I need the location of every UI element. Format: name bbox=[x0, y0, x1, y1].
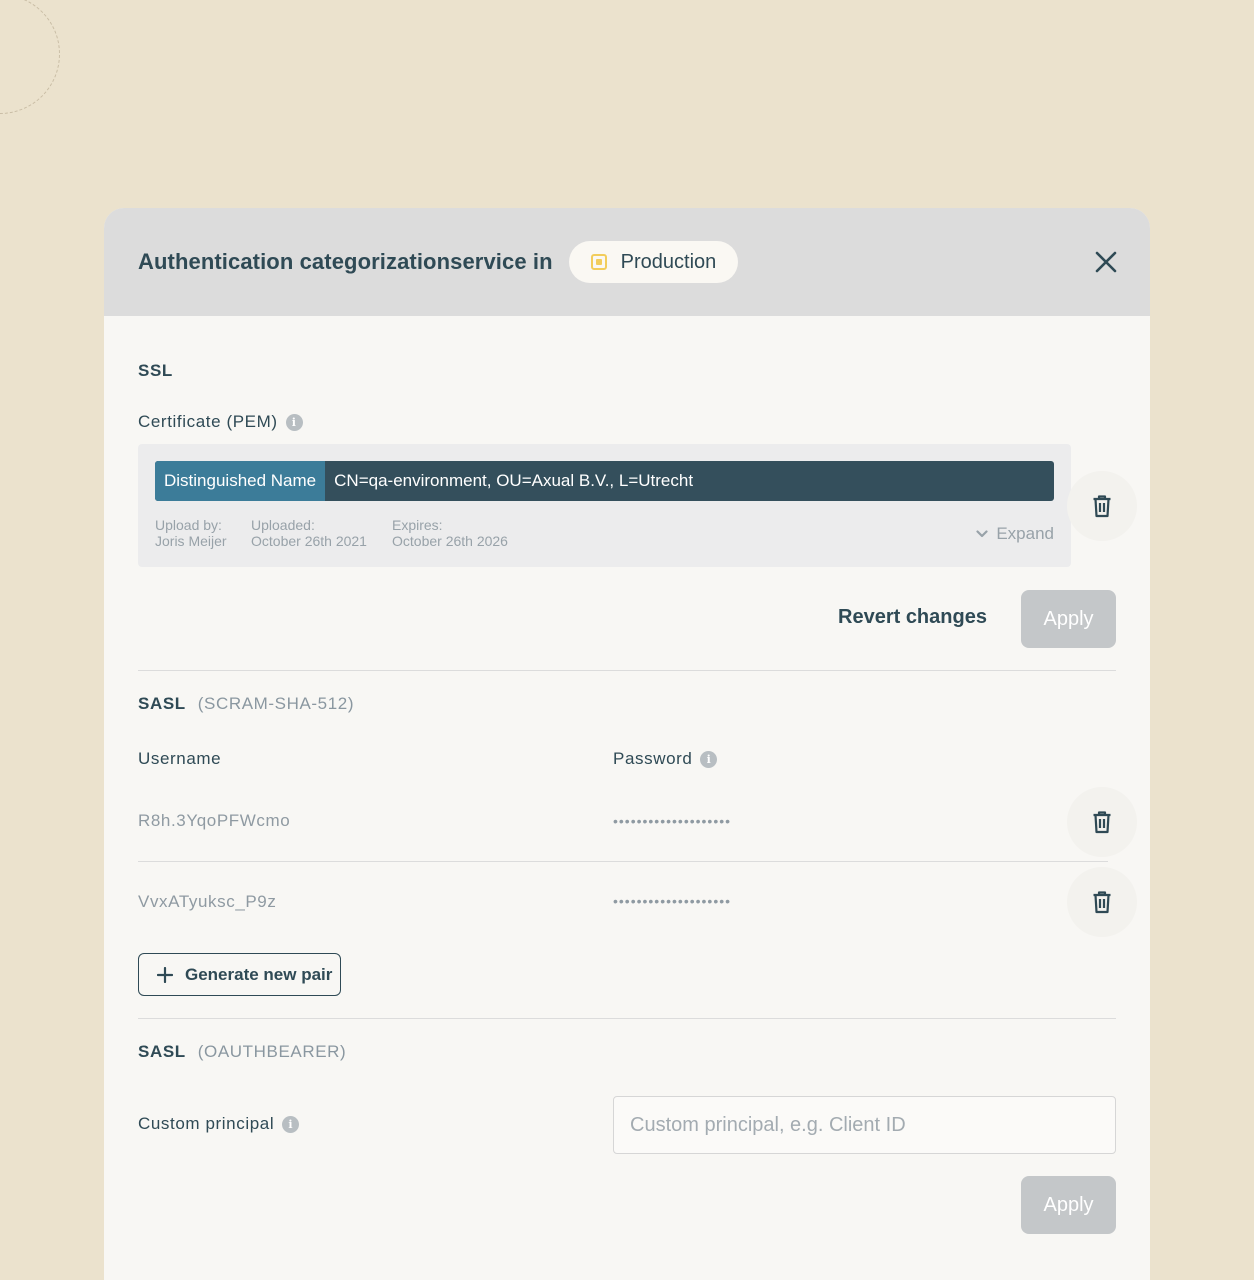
oauth-apply-button[interactable]: Apply bbox=[1021, 1176, 1116, 1234]
chevron-down-icon bbox=[976, 530, 988, 538]
credential-username: VvxATyuksc_P9z bbox=[138, 892, 277, 911]
info-icon[interactable]: i bbox=[282, 1115, 300, 1133]
password-header: Password i bbox=[613, 749, 718, 769]
certificate-card: Distinguished Name CN=qa-environment, OU… bbox=[138, 444, 1071, 567]
expand-button[interactable]: Expand bbox=[976, 524, 1054, 544]
close-icon bbox=[1095, 251, 1117, 273]
sasl-scram-mechanism: (SCRAM-SHA-512) bbox=[197, 694, 355, 713]
generate-new-pair-label: Generate new pair bbox=[185, 964, 333, 984]
delete-pair-button[interactable] bbox=[1067, 867, 1137, 937]
expires-value: October 26th 2026 bbox=[392, 533, 508, 549]
distinguished-name-value: CN=qa-environment, OU=Axual B.V., L=Utre… bbox=[334, 471, 694, 490]
distinguished-name-key: Distinguished Name bbox=[155, 461, 326, 501]
plus-icon bbox=[157, 966, 173, 983]
section-divider bbox=[138, 670, 1116, 671]
ssl-apply-button[interactable]: Apply bbox=[1021, 590, 1116, 648]
modal-header: Authentication categorizationservice in … bbox=[104, 208, 1150, 316]
certificate-label: Certificate (PEM) i bbox=[138, 412, 303, 432]
custom-principal-label-text: Custom principal bbox=[138, 1114, 275, 1133]
info-icon[interactable]: i bbox=[700, 750, 718, 768]
upload-by-meta: Upload by: Joris Meijer bbox=[155, 517, 227, 549]
ssl-section-title: SSL bbox=[138, 361, 173, 380]
trash-icon bbox=[1093, 811, 1111, 834]
credential-password: •••••••••••••••••••• bbox=[613, 813, 732, 829]
trash-icon bbox=[1093, 495, 1111, 518]
uploaded-meta: Uploaded: October 26th 2021 bbox=[251, 517, 367, 549]
custom-principal-label: Custom principal i bbox=[138, 1114, 300, 1134]
revert-changes-button[interactable]: Revert changes bbox=[838, 606, 987, 629]
row-divider bbox=[138, 861, 1108, 862]
info-icon[interactable]: i bbox=[285, 413, 303, 431]
delete-certificate-button[interactable] bbox=[1067, 471, 1137, 541]
upload-by-value: Joris Meijer bbox=[155, 533, 227, 549]
generate-new-pair-button[interactable]: Generate new pair bbox=[138, 953, 341, 996]
custom-principal-input[interactable] bbox=[613, 1096, 1116, 1154]
trash-icon bbox=[1093, 891, 1111, 914]
environment-label: Production bbox=[620, 250, 717, 273]
delete-pair-button[interactable] bbox=[1067, 787, 1137, 857]
uploaded-label: Uploaded: bbox=[251, 517, 315, 533]
expires-meta: Expires: October 26th 2026 bbox=[392, 517, 508, 549]
distinguished-name-bar: Distinguished Name CN=qa-environment, OU… bbox=[155, 461, 1054, 501]
close-button[interactable] bbox=[1092, 248, 1120, 276]
password-header-text: Password bbox=[613, 749, 693, 768]
decorative-arc bbox=[0, 0, 60, 114]
sasl-oauth-title: SASL bbox=[138, 1042, 186, 1061]
section-divider bbox=[138, 1018, 1116, 1019]
modal-title: Authentication categorizationservice in bbox=[138, 249, 553, 274]
sasl-scram-header: SASL (SCRAM-SHA-512) bbox=[138, 694, 354, 714]
expires-label: Expires: bbox=[392, 517, 443, 533]
authentication-modal: Authentication categorizationservice in … bbox=[104, 208, 1150, 1280]
environment-icon bbox=[590, 254, 607, 270]
sasl-oauth-header: SASL (OAUTHBEARER) bbox=[138, 1042, 346, 1062]
uploaded-value: October 26th 2021 bbox=[251, 533, 367, 549]
expand-label: Expand bbox=[996, 524, 1054, 543]
credential-password: •••••••••••••••••••• bbox=[613, 893, 732, 909]
upload-by-label: Upload by: bbox=[155, 517, 222, 533]
username-header: Username bbox=[138, 749, 222, 768]
credential-username: R8h.3YqoPFWcmo bbox=[138, 811, 291, 830]
environment-chip: Production bbox=[568, 241, 739, 283]
sasl-oauth-mechanism: (OAUTHBEARER) bbox=[197, 1042, 347, 1061]
certificate-label-text: Certificate (PEM) bbox=[138, 412, 278, 431]
sasl-scram-title: SASL bbox=[138, 694, 186, 713]
